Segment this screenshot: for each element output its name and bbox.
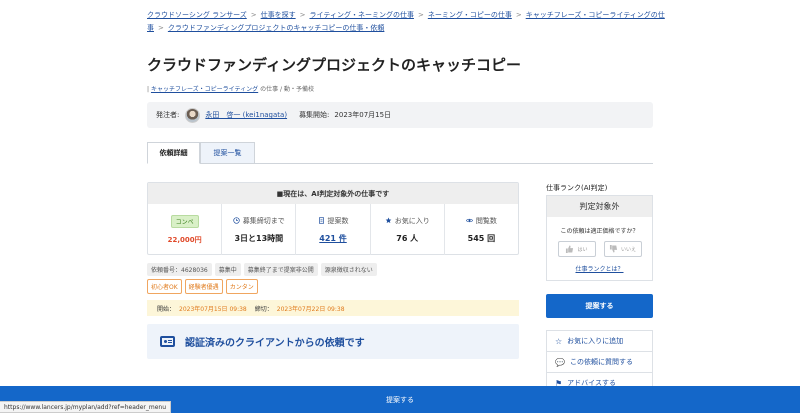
vote-no-button[interactable]: いいえ bbox=[603, 241, 642, 257]
ai-status-header: ■現在は、AI判定対象外の仕事です bbox=[148, 183, 518, 204]
views-label: 閲覧数 bbox=[475, 216, 497, 225]
tab-proposals[interactable]: 提案一覧 bbox=[200, 142, 255, 164]
deadline-value: 3日と13時間 bbox=[234, 233, 284, 243]
tab-bar: 依頼詳細 提案一覧 bbox=[147, 142, 653, 164]
breadcrumb-separator: > bbox=[299, 11, 306, 19]
tag-private-proposals: 募集終了まで提案非公開 bbox=[243, 263, 318, 276]
page-title: クラウドファンディングプロジェクトのキャッチコピー bbox=[147, 56, 521, 74]
category-line: | キャッチフレーズ・コピーライティング の仕事 / 動・予備校 bbox=[147, 84, 314, 93]
stats-row: コンペ 22,000円 募集締切まで 3日と13時間 提案数 421 件 お気に… bbox=[148, 204, 518, 255]
tag-recruiting: 募集中 bbox=[214, 263, 241, 276]
stat-price: コンペ 22,000円 bbox=[148, 204, 223, 255]
status-bar-url: https://www.lancers.jp/myplan/add?ref=he… bbox=[0, 401, 172, 413]
tag-request-number: 依頼番号：4628036 bbox=[147, 263, 212, 276]
client-name-link[interactable]: 永田 啓一 (kei1nagata) bbox=[205, 110, 287, 120]
breadcrumb: クラウドソーシング ランサーズ > 仕事を探す > ライティング・ネーミングの仕事 > ネー… bbox=[147, 9, 667, 35]
period-start-label: 開始： bbox=[157, 305, 176, 313]
period-start-value: 2023年07月15日 09:38 bbox=[179, 305, 247, 313]
breadcrumb-separator: > bbox=[417, 11, 424, 19]
job-rank-panel: 判定対象外 この依頼は適正価格ですか？ はい いいえ 仕事ランクとは？ bbox=[546, 195, 653, 281]
breadcrumb-link-writing[interactable]: ライティング・ネーミングの仕事 bbox=[310, 11, 414, 19]
start-date-label: 募集開始: bbox=[299, 111, 330, 119]
star-icon bbox=[385, 217, 392, 224]
tag-beginner-ok: 初心者OK bbox=[147, 279, 182, 294]
period-end-label: 締切： bbox=[254, 305, 273, 313]
ask-question-label: この依頼に質問する bbox=[569, 358, 633, 366]
job-rank-help-link[interactable]: 仕事ランクとは？ bbox=[547, 264, 652, 273]
vote-yes-label: はい bbox=[577, 246, 588, 253]
favorites-value: 76 人 bbox=[396, 233, 419, 243]
compe-badge: コンペ bbox=[170, 214, 199, 228]
breadcrumb-link-current[interactable]: クラウドファンディングプロジェクトのキャッチコピーの仕事・依頼 bbox=[168, 24, 385, 32]
period-end-value: 2023年07月22日 09:38 bbox=[276, 305, 345, 313]
document-icon bbox=[318, 217, 324, 224]
thumbs-up-icon bbox=[566, 245, 574, 253]
favorites-label: お気に入り bbox=[394, 216, 430, 225]
price-value: 22,000円 bbox=[167, 235, 202, 244]
vote-no-label: いいえ bbox=[620, 246, 636, 253]
job-stats-panel: ■現在は、AI判定対象外の仕事です コンペ 22,000円 募集締切まで 3日と… bbox=[147, 182, 519, 255]
stat-views: 閲覧数 545 回 bbox=[445, 204, 518, 255]
rank-status: 判定対象外 bbox=[547, 196, 652, 217]
stat-proposals: 提案数 421 件 bbox=[296, 204, 371, 255]
verified-client-banner: 認証済みのクライアントからの依頼です bbox=[147, 324, 519, 359]
feature-tags: 初心者OK 経験者優遇 カンタン bbox=[147, 279, 258, 294]
id-card-icon bbox=[160, 336, 175, 347]
job-rank-title: 仕事ランク(AI判定) bbox=[546, 184, 608, 192]
ask-question-button[interactable]: 💬 この依頼に質問する bbox=[547, 352, 652, 373]
breadcrumb-separator: > bbox=[515, 11, 522, 19]
recruitment-period: 開始： 2023年07月15日 09:38 締切： 2023年07月22日 09… bbox=[147, 300, 519, 316]
verified-text: 認証済みのクライアントからの依頼です bbox=[185, 338, 365, 349]
breadcrumb-link-naming[interactable]: ネーミング・コピーの仕事 bbox=[428, 11, 512, 19]
chat-bubble-icon: 💬 bbox=[555, 357, 565, 367]
stat-favorites: お気に入り 76 人 bbox=[371, 204, 445, 255]
breadcrumb-link-lancers[interactable]: クラウドソーシング ランサーズ bbox=[147, 11, 247, 19]
breadcrumb-separator: > bbox=[250, 11, 257, 19]
eye-icon bbox=[465, 218, 473, 223]
tag-no-withholding: 源泉徴収されない bbox=[320, 263, 377, 276]
category-suffix: の仕事 / 動・予備校 bbox=[260, 86, 314, 93]
stat-deadline: 募集締切まで 3日と13時間 bbox=[222, 204, 297, 255]
breadcrumb-link-find-work[interactable]: 仕事を探す bbox=[261, 11, 296, 19]
proposals-label: 提案数 bbox=[327, 216, 349, 225]
category-link[interactable]: キャッチフレーズ・コピーライティング bbox=[151, 86, 258, 93]
views-value: 545 回 bbox=[467, 233, 496, 243]
vote-yes-button[interactable]: はい bbox=[557, 241, 596, 257]
propose-button[interactable]: 提案する bbox=[546, 294, 653, 318]
clock-icon bbox=[233, 217, 240, 224]
tab-request-details[interactable]: 依頼詳細 bbox=[147, 142, 200, 164]
deadline-label: 募集締切まで bbox=[242, 216, 285, 225]
client-info: 発注者: 永田 啓一 (kei1nagata) 募集開始: 2023年07月15… bbox=[147, 102, 653, 128]
rank-vote-buttons: はい いいえ bbox=[547, 241, 652, 257]
rank-question: この依頼は適正価格ですか？ bbox=[560, 228, 639, 235]
tag-experienced-preferred: 経験者優遇 bbox=[184, 279, 223, 294]
avatar[interactable] bbox=[185, 107, 201, 123]
add-favorite-label: お気に入りに追加 bbox=[567, 337, 624, 345]
client-label: 発注者: bbox=[156, 111, 180, 119]
proposals-count-link[interactable]: 421 件 bbox=[319, 233, 346, 244]
breadcrumb-separator: > bbox=[158, 24, 164, 32]
category-prefix: | bbox=[147, 86, 150, 93]
add-favorite-button[interactable]: ☆ お気に入りに追加 bbox=[547, 331, 652, 352]
star-outline-icon: ☆ bbox=[555, 336, 563, 346]
job-tags: 依頼番号：4628036 募集中 募集終了まで提案非公開 源泉徴収されない bbox=[147, 263, 377, 276]
start-date-value: 2023年07月15日 bbox=[334, 111, 392, 119]
tag-easy: カンタン bbox=[225, 279, 258, 294]
thumbs-down-icon bbox=[609, 245, 618, 253]
